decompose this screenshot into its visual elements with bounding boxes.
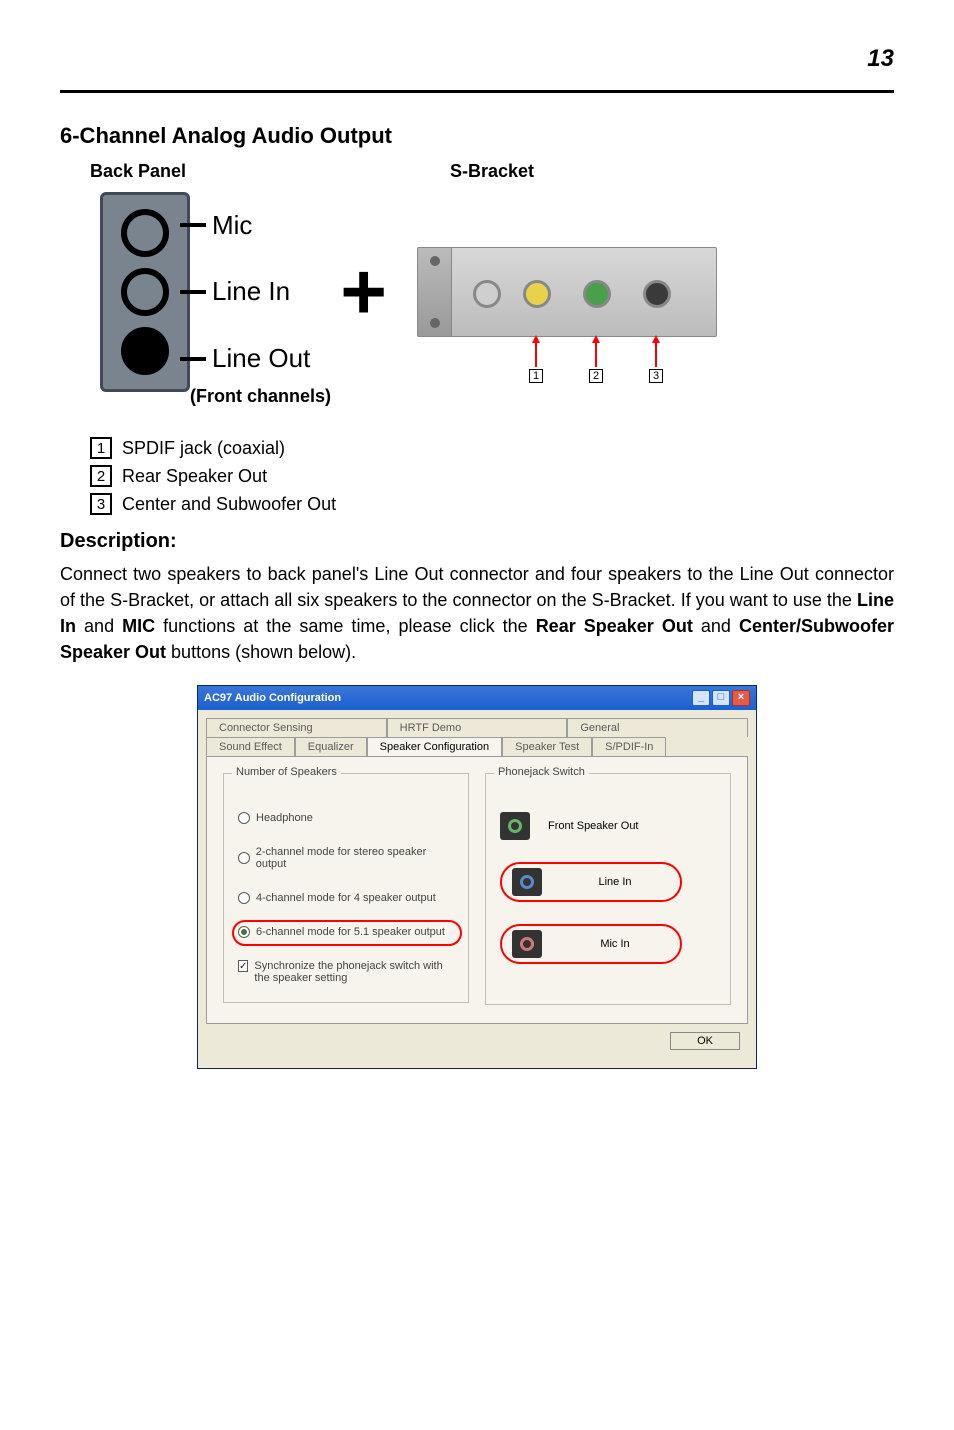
sbracket-callout-1: 1 — [529, 369, 543, 383]
sbracket-callout-3: 3 — [649, 369, 663, 383]
s-bracket-label: S-Bracket — [450, 161, 534, 182]
plus-icon: + — [340, 252, 387, 332]
legend-num-2: 2 — [90, 465, 112, 487]
s-bracket-diagram: 1 2 3 — [417, 247, 717, 337]
radio-label: Headphone — [256, 812, 313, 824]
highlight-oval-icon: Mic In — [500, 924, 682, 964]
legend-text-3: Center and Subwoofer Out — [122, 494, 336, 515]
minimize-button[interactable]: _ — [692, 690, 710, 706]
dialog-titlebar: AC97 Audio Configuration _ □ × — [198, 686, 756, 710]
dialog-screenshot: AC97 Audio Configuration _ □ × Connector… — [197, 685, 757, 1069]
highlight-oval-icon — [232, 920, 462, 946]
tab-sound-effect[interactable]: Sound Effect — [206, 737, 295, 756]
highlight-oval-icon: Line In — [500, 862, 682, 902]
front-channels-label: (Front channels) — [190, 386, 894, 407]
line-out-jack-icon — [121, 327, 169, 375]
page-number: 13 — [867, 45, 894, 73]
sbracket-callout-2: 2 — [589, 369, 603, 383]
radio-label: 2-channel mode for stereo speaker output — [256, 846, 454, 870]
sbracket-center-sub-icon — [643, 280, 671, 308]
maximize-button[interactable]: □ — [712, 690, 730, 706]
hardware-row: Mic Line In Line Out + 1 2 3 — [100, 192, 894, 392]
tab-connector-sensing[interactable]: Connector Sensing — [206, 718, 387, 737]
phonejack-label: Line In — [560, 876, 670, 888]
line-in-jack-icon — [121, 268, 169, 316]
radio-icon — [238, 812, 250, 824]
sbracket-legend: 1 SPDIF jack (coaxial) 2 Rear Speaker Ou… — [90, 437, 894, 515]
top-rule — [60, 90, 894, 93]
phonejack-label: Mic In — [560, 938, 670, 950]
ac97-dialog: AC97 Audio Configuration _ □ × Connector… — [197, 685, 757, 1069]
dialog-title: AC97 Audio Configuration — [204, 692, 341, 704]
jack-blue-icon — [512, 868, 542, 896]
tab-speaker-configuration[interactable]: Speaker Configuration — [367, 737, 502, 756]
legend-row: 3 Center and Subwoofer Out — [90, 493, 894, 515]
group-title-speakers: Number of Speakers — [232, 766, 341, 778]
tab-general[interactable]: General — [567, 718, 748, 737]
phonejack-label: Front Speaker Out — [548, 820, 639, 832]
hw-labels-row: Back Panel S-Bracket — [90, 161, 894, 182]
line-in-label: Line In — [180, 268, 310, 316]
group-title-phonejack: Phonejack Switch — [494, 766, 589, 778]
radio-6channel[interactable]: 6-channel mode for 5.1 speaker output — [238, 926, 454, 938]
radio-2channel[interactable]: 2-channel mode for stereo speaker output — [238, 846, 454, 870]
legend-text-1: SPDIF jack (coaxial) — [122, 438, 285, 459]
back-panel-jack-labels: Mic Line In Line Out — [180, 192, 310, 392]
sync-checkbox[interactable]: ✓ Synchronize the phonejack switch with … — [238, 960, 448, 984]
legend-num-3: 3 — [90, 493, 112, 515]
section-title: 6-Channel Analog Audio Output — [60, 123, 894, 149]
radio-icon — [238, 892, 250, 904]
checkbox-icon: ✓ — [238, 960, 248, 972]
sbracket-coax-icon — [523, 280, 551, 308]
phonejack-switch-group: Phonejack Switch Front Speaker Out Line … — [485, 773, 731, 1005]
phonejack-mic-in[interactable]: Mic In — [500, 924, 716, 964]
phonejack-front-speaker[interactable]: Front Speaker Out — [500, 812, 716, 840]
phonejack-line-in[interactable]: Line In — [500, 862, 716, 902]
radio-headphone[interactable]: Headphone — [238, 812, 454, 824]
jack-pink-icon — [512, 930, 542, 958]
tab-equalizer[interactable]: Equalizer — [295, 737, 367, 756]
ok-button[interactable]: OK — [670, 1032, 740, 1050]
legend-num-1: 1 — [90, 437, 112, 459]
back-panel-diagram — [100, 192, 190, 392]
sbracket-rear-out-icon — [583, 280, 611, 308]
radio-4channel[interactable]: 4-channel mode for 4 speaker output — [238, 892, 454, 904]
checkbox-label: Synchronize the phonejack switch with th… — [254, 960, 448, 984]
tab-spdif-in[interactable]: S/PDIF-In — [592, 737, 666, 756]
tab-speaker-test[interactable]: Speaker Test — [502, 737, 592, 756]
legend-row: 2 Rear Speaker Out — [90, 465, 894, 487]
jack-green-icon — [500, 812, 530, 840]
line-out-label: Line Out — [180, 335, 310, 383]
mic-jack-icon — [121, 209, 169, 257]
back-panel-label: Back Panel — [90, 161, 450, 182]
description-heading: Description: — [60, 530, 894, 553]
description-text: Connect two speakers to back panel's Lin… — [60, 561, 894, 665]
sbracket-optical-icon — [473, 280, 501, 308]
radio-icon — [238, 852, 250, 864]
legend-text-2: Rear Speaker Out — [122, 466, 267, 487]
close-button[interactable]: × — [732, 690, 750, 706]
radio-label: 4-channel mode for 4 speaker output — [256, 892, 436, 904]
number-of-speakers-group: Number of Speakers Headphone 2-channel m… — [223, 773, 469, 1003]
tab-hrtf-demo[interactable]: HRTF Demo — [387, 718, 568, 737]
mic-label: Mic — [180, 201, 310, 249]
legend-row: 1 SPDIF jack (coaxial) — [90, 437, 894, 459]
